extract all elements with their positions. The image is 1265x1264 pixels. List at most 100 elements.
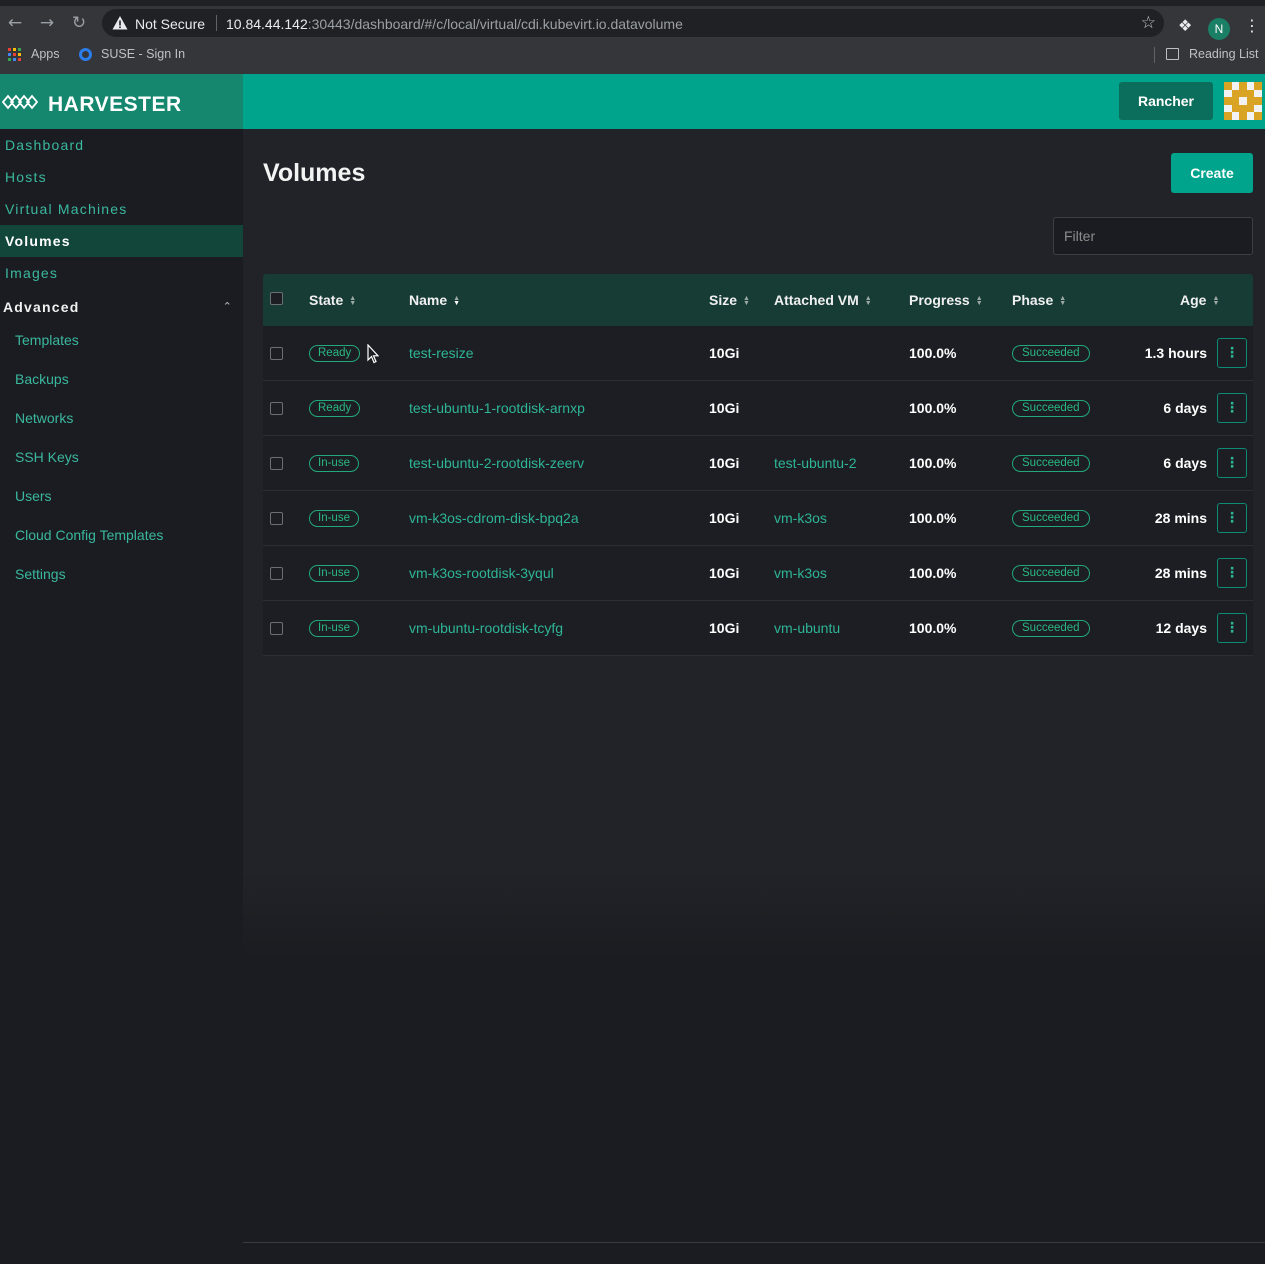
volume-name-link[interactable]: vm-ubuntu-rootdisk-tcyfg (409, 601, 563, 655)
attached-vm-link[interactable]: test-ubuntu-2 (774, 436, 857, 490)
warning-icon (112, 16, 128, 30)
row-actions-button[interactable]: ⋮ (1217, 448, 1247, 478)
apps-grid-icon (8, 48, 21, 61)
url-separator (216, 15, 217, 31)
row-actions-button[interactable]: ⋮ (1217, 393, 1247, 423)
main-content: Volumes Create State ▲▼ Name ▲▼ Size ▲▼ Att… (243, 129, 1265, 1264)
filter-input[interactable] (1053, 217, 1253, 255)
reload-icon[interactable]: ↻ (68, 12, 90, 34)
state-badge: In-use (309, 455, 359, 472)
volume-age: 12 days (1155, 620, 1207, 636)
row-actions-button[interactable]: ⋮ (1217, 558, 1247, 588)
state-badge: Ready (309, 400, 361, 417)
state-badge: Ready (309, 345, 361, 362)
row-actions-button[interactable]: ⋮ (1217, 338, 1247, 368)
row-actions-button[interactable]: ⋮ (1217, 503, 1247, 533)
column-progress-label: Progress (909, 292, 970, 308)
sidebar-item-networks[interactable]: Networks (15, 408, 73, 428)
volume-progress: 100.0% (909, 400, 957, 416)
sidebar-item-cloud-config-templates[interactable]: Cloud Config Templates (15, 525, 163, 545)
volume-age: 6 days (1163, 455, 1207, 471)
menu-dots-icon[interactable]: ⋮ (1244, 16, 1260, 35)
column-state[interactable]: State ▲ ▼ (309, 274, 357, 326)
sort-icon: ▲ ▼ (743, 295, 750, 308)
table-row[interactable]: Ready test-resize 10Gi 100.0% Succeeded … (263, 326, 1253, 381)
url-host: 10.84.44.142 (226, 16, 308, 32)
extensions-icon[interactable]: ❖ (1178, 16, 1192, 35)
sidebar-group-advanced[interactable]: Advanced ⌃ (0, 292, 243, 322)
volume-name-link[interactable]: test-resize (409, 326, 474, 380)
sidebar-item-templates[interactable]: Templates (15, 330, 79, 350)
table-header: State ▲ ▼ Name ▲ ▼ Size ▲ ▼ Attached VM ▲ ▼ Prog… (263, 274, 1253, 326)
volume-size: 10Gi (709, 565, 740, 581)
volume-progress: 100.0% (909, 565, 957, 581)
sidebar-item-images[interactable]: Images (0, 257, 243, 289)
reading-list-button[interactable]: Reading List (1189, 47, 1259, 61)
profile-avatar[interactable]: N (1208, 18, 1230, 40)
harvester-logo-icon (2, 94, 38, 110)
table-row[interactable]: Ready test-ubuntu-1-rootdisk-arnxp 10Gi … (263, 381, 1253, 436)
attached-vm-link[interactable]: vm-k3os (774, 491, 827, 545)
table-row[interactable]: In-use test-ubuntu-2-rootdisk-zeerv 10Gi… (263, 436, 1253, 491)
volume-name-link[interactable]: vm-k3os-rootdisk-3yqul (409, 546, 554, 600)
sidebar-item-ssh-keys[interactable]: SSH Keys (15, 447, 79, 467)
column-phase-label: Phase (1012, 292, 1054, 308)
volume-size: 10Gi (709, 345, 740, 361)
select-all-checkbox[interactable] (270, 292, 283, 305)
state-badge: In-use (309, 565, 359, 582)
column-attached-vm[interactable]: Attached VM ▲ ▼ (774, 274, 873, 326)
row-checkbox[interactable] (270, 347, 283, 360)
phase-badge: Succeeded (1012, 400, 1090, 417)
phase-badge: Succeeded (1012, 455, 1090, 472)
table-row[interactable]: In-use vm-k3os-cdrom-disk-bpq2a 10Gi vm-… (263, 491, 1253, 546)
column-progress[interactable]: Progress ▲ ▼ (909, 274, 984, 326)
bookmark-apps[interactable]: Apps (31, 47, 60, 61)
address-bar[interactable]: Not Secure 10.84.44.142:30443/dashboard/… (102, 9, 1164, 37)
volume-name-link[interactable]: test-ubuntu-1-rootdisk-arnxp (409, 381, 585, 435)
column-name[interactable]: Name ▲ ▼ (409, 274, 461, 326)
star-icon[interactable]: ☆ (1141, 13, 1156, 33)
user-avatar[interactable] (1224, 82, 1262, 120)
sidebar: Dashboard Hosts Virtual Machines Volumes… (0, 129, 243, 1264)
brand-name: HARVESTER (48, 93, 182, 116)
volume-size: 10Gi (709, 620, 740, 636)
sidebar-item-volumes[interactable]: Volumes (0, 225, 243, 257)
column-phase[interactable]: Phase ▲ ▼ (1012, 274, 1067, 326)
row-checkbox[interactable] (270, 402, 283, 415)
column-age-label: Age (1180, 292, 1207, 308)
sidebar-item-dashboard[interactable]: Dashboard (0, 129, 243, 161)
row-checkbox[interactable] (270, 512, 283, 525)
attached-vm-link[interactable]: vm-ubuntu (774, 601, 840, 655)
sidebar-item-users[interactable]: Users (15, 486, 52, 506)
column-age[interactable]: Age ▲ ▼ (1180, 274, 1220, 326)
volume-progress: 100.0% (909, 345, 957, 361)
table-row[interactable]: In-use vm-k3os-rootdisk-3yqul 10Gi vm-k3… (263, 546, 1253, 601)
phase-badge: Succeeded (1012, 620, 1090, 637)
row-actions-button[interactable]: ⋮ (1217, 613, 1247, 643)
sort-icon: ▲ ▼ (975, 295, 983, 308)
state-badge: In-use (309, 620, 359, 637)
sidebar-item-virtual-machines[interactable]: Virtual Machines (0, 193, 243, 225)
volume-name-link[interactable]: test-ubuntu-2-rootdisk-zeerv (409, 436, 584, 490)
rancher-button[interactable]: Rancher (1119, 82, 1213, 120)
forward-arrow-icon[interactable]: → (36, 12, 58, 34)
bookmark-suse[interactable]: SUSE - Sign In (101, 47, 185, 61)
attached-vm-link[interactable]: vm-k3os (774, 546, 827, 600)
volume-name-link[interactable]: vm-k3os-cdrom-disk-bpq2a (409, 491, 579, 545)
sidebar-item-hosts[interactable]: Hosts (0, 161, 243, 193)
volume-age: 1.3 hours (1144, 345, 1207, 361)
create-button[interactable]: Create (1171, 153, 1253, 193)
row-checkbox[interactable] (270, 457, 283, 470)
sidebar-item-backups[interactable]: Backups (15, 369, 69, 389)
back-arrow-icon[interactable]: ← (4, 12, 26, 34)
phase-badge: Succeeded (1012, 345, 1090, 362)
chevron-up-icon: ⌃ (222, 301, 233, 313)
column-size[interactable]: Size ▲ ▼ (709, 274, 751, 326)
row-checkbox[interactable] (270, 622, 283, 635)
state-badge: In-use (309, 510, 359, 527)
table-row[interactable]: In-use vm-ubuntu-rootdisk-tcyfg 10Gi vm-… (263, 601, 1253, 656)
reading-list-icon (1166, 48, 1179, 60)
footer-divider (243, 1242, 1265, 1243)
row-checkbox[interactable] (270, 567, 283, 580)
sidebar-item-settings[interactable]: Settings (15, 564, 66, 584)
